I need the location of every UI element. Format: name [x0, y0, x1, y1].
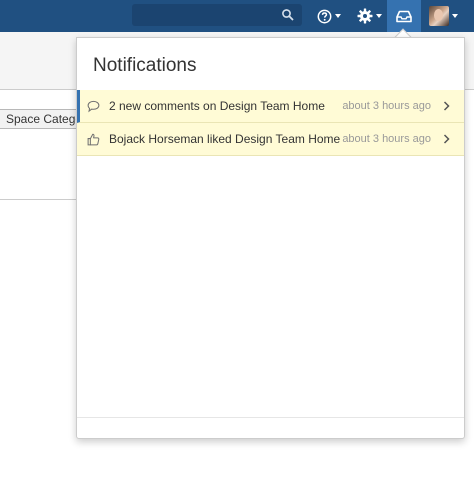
panel-title: Notifications	[93, 55, 197, 76]
space-category-tab[interactable]: Space Catego	[0, 109, 84, 129]
inbox-icon	[396, 10, 412, 22]
comment-icon	[87, 100, 100, 113]
notification-item[interactable]: 2 new comments on Design Team Home about…	[77, 90, 464, 123]
search-input[interactable]	[132, 4, 302, 26]
divider	[0, 199, 76, 200]
help-menu-button[interactable]	[313, 0, 345, 32]
panel-footer-divider	[77, 417, 464, 418]
notification-list: 2 new comments on Design Team Home about…	[77, 90, 464, 156]
notifications-panel: Notifications 2 new comments on Design T…	[76, 37, 465, 439]
thumbs-up-icon	[87, 133, 100, 146]
notifications-button[interactable]	[387, 0, 421, 32]
search-icon	[282, 9, 294, 21]
user-menu-button[interactable]	[425, 0, 461, 32]
chevron-down-icon	[451, 14, 458, 18]
user-avatar	[428, 6, 449, 26]
gear-icon	[357, 8, 372, 24]
top-navigation-bar	[0, 0, 474, 32]
chevron-down-icon	[375, 14, 382, 18]
help-icon	[317, 9, 332, 23]
notification-item[interactable]: Bojack Horseman liked Design Team Home a…	[77, 123, 464, 156]
notification-text: Bojack Horseman liked Design Team Home	[109, 132, 341, 146]
notification-time: about 3 hours ago	[342, 100, 431, 112]
notification-time: about 3 hours ago	[342, 133, 431, 145]
chevron-right-icon[interactable]	[443, 134, 450, 144]
notification-text: 2 new comments on Design Team Home	[109, 99, 325, 113]
chevron-right-icon[interactable]	[443, 101, 450, 111]
settings-menu-button[interactable]	[352, 0, 386, 32]
chevron-down-icon	[335, 14, 341, 18]
